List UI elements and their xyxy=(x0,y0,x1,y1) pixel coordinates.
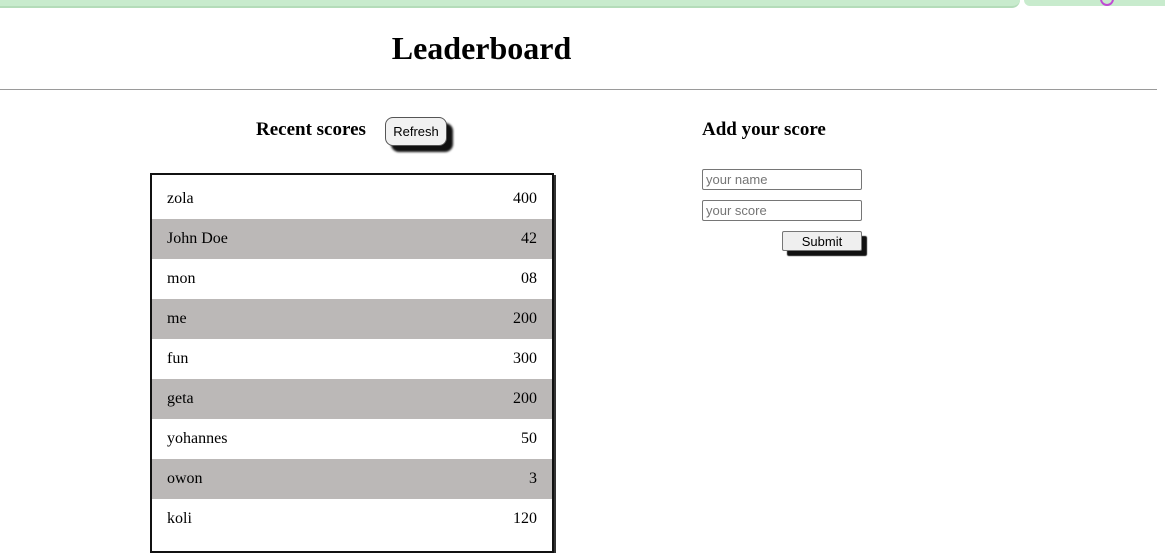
refresh-button[interactable]: Refresh xyxy=(385,117,447,146)
add-score-heading: Add your score xyxy=(702,119,826,140)
score-name: mon xyxy=(167,270,196,287)
score-value: 3 xyxy=(529,470,537,487)
score-name: koli xyxy=(167,510,192,527)
score-row: owon 3 xyxy=(152,459,552,499)
score-value: 300 xyxy=(513,350,537,367)
score-value: 08 xyxy=(521,270,537,287)
score-row: yohannes 50 xyxy=(152,419,552,459)
score-name: fun xyxy=(167,350,189,367)
score-name: me xyxy=(167,310,187,327)
score-value: 200 xyxy=(513,310,537,327)
score-name: owon xyxy=(167,470,203,487)
score-name: yohannes xyxy=(167,430,228,447)
score-row: fun 300 xyxy=(152,339,552,379)
score-list: zola 400 John Doe 42 mon 08 me 200 fun 300 geta 200… xyxy=(150,173,554,553)
score-row: zola 400 xyxy=(152,179,552,219)
submit-button[interactable]: Submit xyxy=(782,231,862,251)
score-name: geta xyxy=(167,390,194,407)
score-input[interactable] xyxy=(702,200,862,221)
score-row: me 200 xyxy=(152,299,552,339)
recent-scores-heading: Recent scores xyxy=(256,119,366,140)
score-name: zola xyxy=(167,190,194,207)
score-value: 400 xyxy=(513,190,537,207)
score-value: 120 xyxy=(513,510,537,527)
score-row: John Doe 42 xyxy=(152,219,552,259)
score-value: 200 xyxy=(513,390,537,407)
score-row: mon 08 xyxy=(152,259,552,299)
score-name: John Doe xyxy=(167,230,228,247)
score-row: geta 200 xyxy=(152,379,552,419)
divider xyxy=(0,89,1157,90)
page-title: Leaderboard xyxy=(391,30,572,66)
score-value: 50 xyxy=(521,430,537,447)
browser-top-strip xyxy=(0,0,1165,9)
name-input[interactable] xyxy=(702,169,862,190)
toolbar-edge xyxy=(1024,0,1165,6)
score-value: 42 xyxy=(521,230,537,247)
score-row: koli 120 xyxy=(152,499,552,539)
address-bar-edge xyxy=(0,0,1020,8)
